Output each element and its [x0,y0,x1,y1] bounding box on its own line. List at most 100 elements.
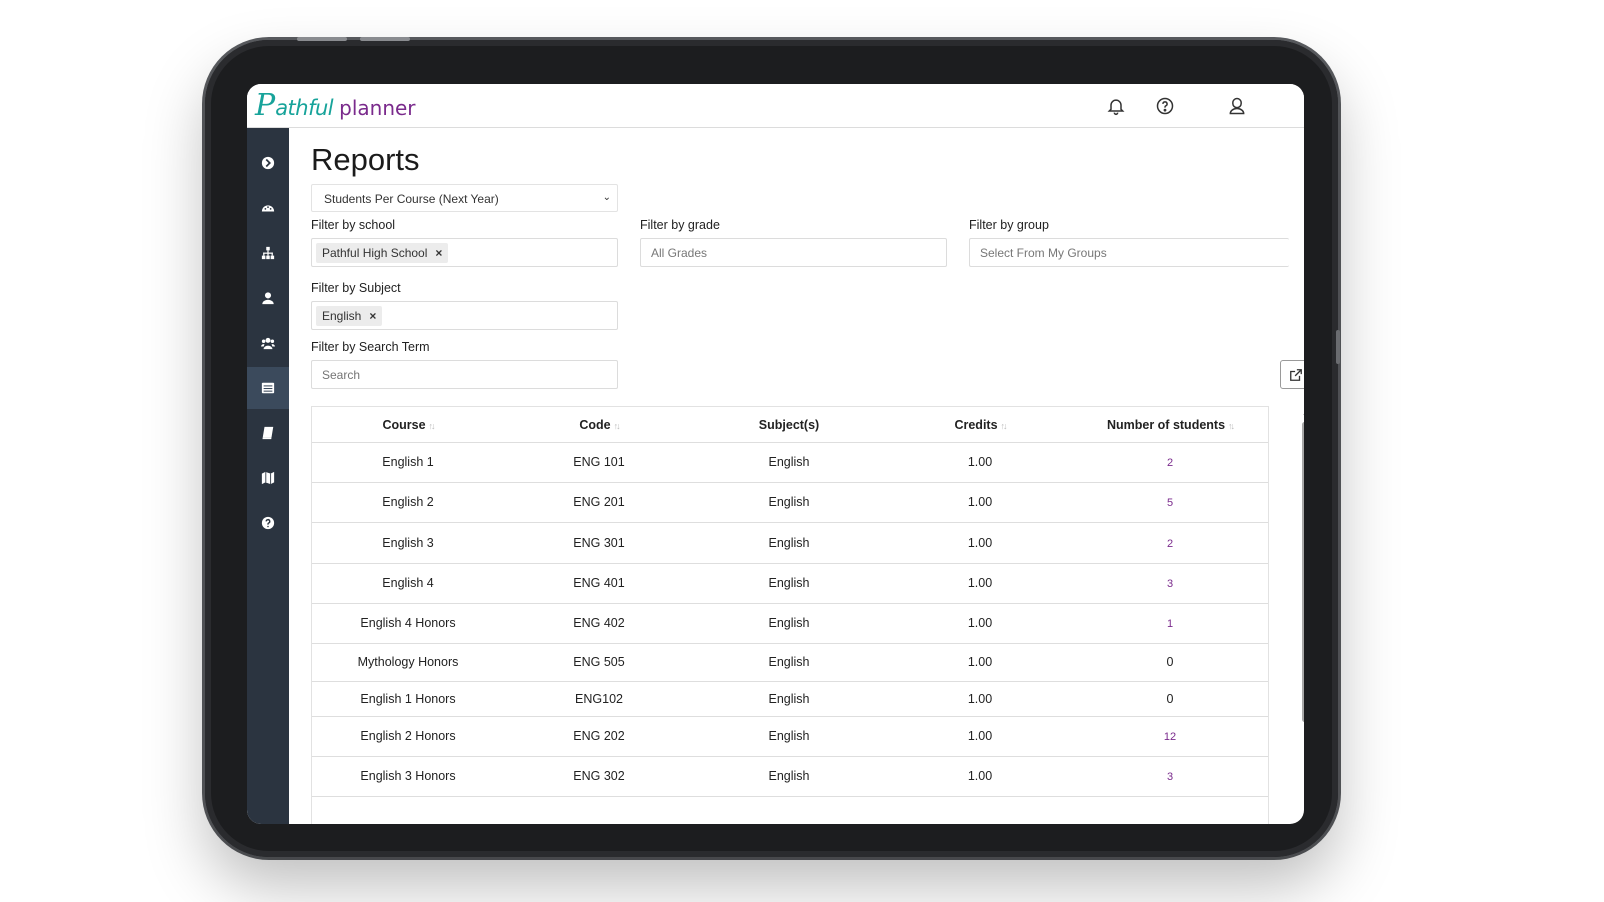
table-header-row: Course ↑↓ Code ↑↓ Subject(s) Credits ↑↓ Num… [312,407,1268,443]
tablet-volume-button [297,37,347,41]
column-header-students-label: Number of students [1106,418,1226,432]
cell-course: English 2 [382,495,434,509]
sidebar-item-reports[interactable] [247,367,289,409]
cell-students: 0 [1166,692,1174,706]
sidebar-item-next[interactable] [247,142,289,184]
cell-students[interactable]: 3 [1167,771,1173,783]
cell-students[interactable]: 12 [1164,731,1176,743]
filter-grade-label: Filter by grade [640,218,720,232]
table-row: English 2 ENG 201 English 1.00 5 [312,483,1268,523]
column-header-credits[interactable]: Credits ↑↓ [954,418,1008,432]
user-icon[interactable] [1227,96,1247,116]
cell-credits: 1.00 [967,576,993,590]
column-header-subjects-label: Subject(s) [758,418,820,432]
column-header-subjects: Subject(s) [759,418,819,432]
group-filter-placeholder: Select From My Groups [980,246,1107,260]
column-header-code-label: Code [579,418,611,432]
top-navbar: P athful planner [247,84,1304,128]
cell-students[interactable]: 2 [1167,457,1173,469]
logo-planner-text: planner [339,96,416,120]
cell-course: English 1 [382,455,434,469]
table-row: English 3 ENG 301 English 1.00 2 [312,523,1268,564]
cell-course: Mythology Honors [357,655,459,669]
remove-school-chip-icon[interactable]: × [435,246,442,263]
cell-code: ENG 402 [573,616,625,630]
sort-icon: ↑↓ [1228,421,1235,431]
cell-subject: English [768,729,810,743]
sidebar-item-help[interactable] [247,502,289,544]
help-icon[interactable] [1155,96,1175,116]
sidebar-item-organization[interactable] [247,232,289,274]
cell-course: English 3 [382,536,434,550]
cell-course: English 4 Honors [360,616,456,630]
cell-students[interactable]: 3 [1167,578,1173,590]
cell-subject: English [768,616,810,630]
cell-code: ENG 302 [573,769,625,783]
cell-subject: English [768,692,810,706]
pathful-planner-logo[interactable]: P athful planner [255,88,416,124]
chevron-down-icon: ⌄ [602,192,611,203]
sidebar-item-courses[interactable] [247,412,289,454]
cell-course: English 4 [382,576,434,590]
search-input[interactable] [311,360,618,389]
sort-icon: ↑↓ [613,421,621,431]
sort-icon: ↑↓ [1000,421,1008,431]
grade-filter-field[interactable]: All Grades [640,238,947,267]
column-header-students[interactable]: Number of students ↑↓ [1106,418,1235,432]
tablet-volume-button [360,37,410,41]
cell-code: ENG 505 [573,655,625,669]
table-row: English 3 Honors ENG 302 English 1.00 3 [312,757,1268,797]
cell-students[interactable]: 2 [1167,538,1173,550]
cell-students[interactable]: 5 [1167,497,1173,509]
subject-filter-field[interactable]: English × [311,301,618,330]
sidebar-item-dashboard[interactable] [247,187,289,229]
app-screen: P athful planner Reports Students Per Co… [247,84,1304,824]
scroll-up-arrow-icon[interactable]: ▲ [1302,410,1304,417]
logo-letter: P [255,88,276,123]
logo-wordmark: athful [275,96,334,120]
table-row: English 2 Honors ENG 202 English 1.00 12 [312,717,1268,757]
remove-subject-chip-icon[interactable]: × [369,309,376,326]
cell-credits: 1.00 [967,729,993,743]
group-filter-field[interactable]: Select From My Groups [969,238,1289,267]
column-header-code[interactable]: Code ↑↓ [579,418,621,432]
filter-search-label: Filter by Search Term [311,340,430,354]
question-circle-icon [261,516,275,530]
cell-course: English 1 Honors [360,692,456,706]
cell-code: ENG 101 [573,455,625,469]
cell-code: ENG102 [575,692,623,706]
report-table: Course ↑↓ Code ↑↓ Subject(s) Credits ↑↓ Num… [311,406,1269,824]
subject-chip: English × [316,306,383,326]
bell-icon[interactable] [1106,96,1126,116]
table-row: English 1 ENG 101 English 1.00 2 [312,443,1268,483]
filter-school-label: Filter by school [311,218,396,232]
cell-code: ENG 201 [573,495,625,509]
report-type-value: Students Per Course (Next Year) [324,192,499,206]
school-chip: Pathful High School × [316,243,449,263]
cell-credits: 1.00 [967,616,993,630]
table-scrollbar[interactable] [1302,422,1304,722]
table-row: Mythology Honors ENG 505 English 1.00 0 [312,644,1268,682]
cell-subject: English [768,769,810,783]
sidebar-item-students[interactable] [247,277,289,319]
cell-students: 0 [1166,655,1174,669]
sitemap-icon [261,246,275,260]
grade-filter-placeholder: All Grades [651,246,708,260]
column-header-course[interactable]: Course ↑↓ [382,418,435,432]
external-link-icon [1289,368,1302,381]
book-icon [262,426,274,440]
cell-credits: 1.00 [967,692,993,706]
export-button[interactable] [1280,360,1304,389]
school-chip-label: Pathful High School [322,246,428,260]
column-header-course-label: Course [382,418,426,432]
school-filter-field[interactable]: Pathful High School × [311,238,618,267]
sidebar-item-groups[interactable] [247,322,289,364]
table-row: English 4 ENG 401 English 1.00 3 [312,564,1268,604]
filter-group-label: Filter by group [969,218,1049,232]
dashboard-gauge-icon [261,205,275,212]
sidebar-item-pathways[interactable] [247,457,289,499]
cell-students[interactable]: 1 [1167,618,1173,630]
subject-chip-label: English [322,309,362,323]
report-type-select[interactable]: Students Per Course (Next Year) ⌄ [311,184,618,212]
cell-credits: 1.00 [967,655,993,669]
